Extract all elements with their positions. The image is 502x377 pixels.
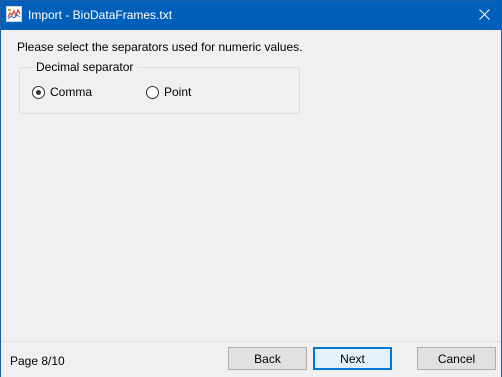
- point-radio-label: Point: [164, 85, 192, 99]
- title-bar: Import - BioDataFrames.txt: [1, 1, 501, 30]
- close-icon: [478, 8, 490, 23]
- radio-unselected-icon: [146, 85, 159, 99]
- back-button[interactable]: Back: [228, 347, 307, 370]
- dialog-footer: Page 8/10 Back Next Cancel: [1, 341, 501, 377]
- chart-app-icon: [6, 6, 22, 22]
- instruction-text: Please select the separators used for nu…: [17, 40, 303, 54]
- dialog-content: Please select the separators used for nu…: [1, 30, 501, 341]
- cancel-button[interactable]: Cancel: [417, 347, 496, 370]
- radio-dot: [36, 89, 41, 95]
- page-indicator: Page 8/10: [10, 354, 65, 368]
- decimal-separator-legend: Decimal separator: [32, 60, 138, 74]
- decimal-separator-group: Decimal separator Comma Point: [19, 60, 300, 114]
- window-title: Import - BioDataFrames.txt: [28, 8, 173, 22]
- comma-radio-label: Comma: [50, 85, 93, 99]
- close-button[interactable]: [467, 1, 501, 30]
- next-button[interactable]: Next: [313, 347, 392, 370]
- comma-radio[interactable]: Comma: [32, 85, 92, 99]
- import-dialog: Import - BioDataFrames.txt Please select…: [0, 0, 502, 377]
- point-radio[interactable]: Point: [146, 85, 191, 99]
- radio-selected-icon: [32, 85, 45, 99]
